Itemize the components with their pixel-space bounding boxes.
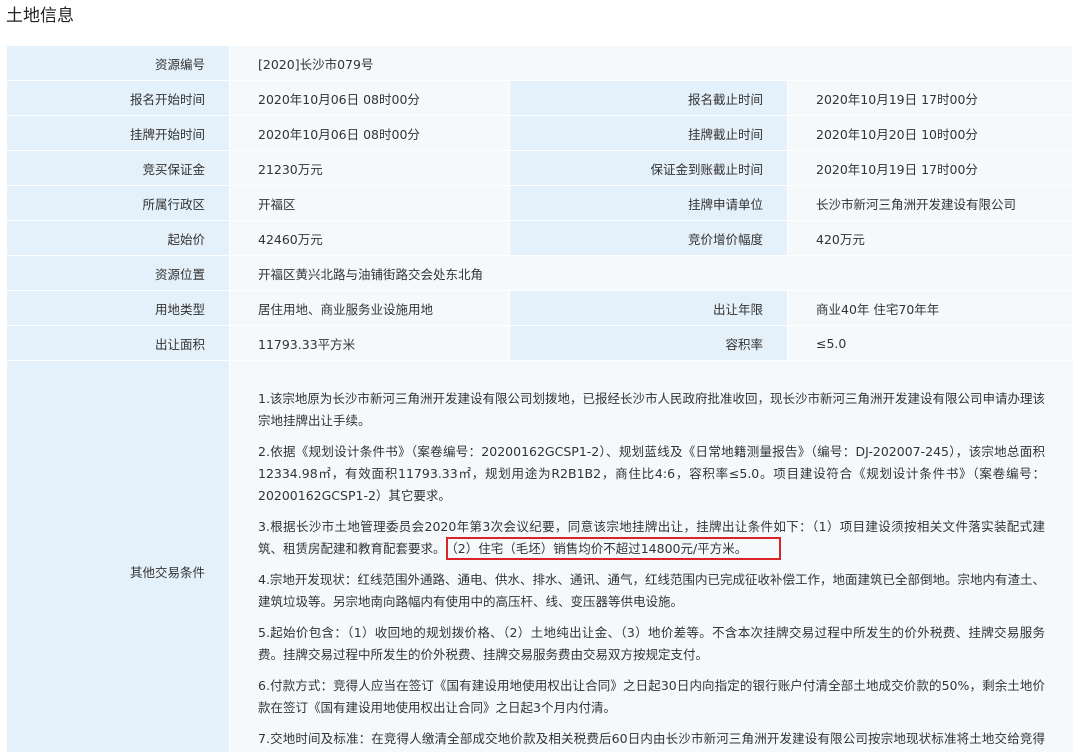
- table-row: 所属行政区 开福区 挂牌申请单位 长沙市新河三角洲开发建设有限公司: [7, 186, 1074, 221]
- condition-item: 5.起始价包含：（1）收回地的规划拨价格、（2）土地纯出让金、（3）地价差等。不…: [258, 625, 1046, 662]
- field-label: 挂牌开始时间: [7, 116, 230, 151]
- condition-item: 1.该宗地原为长沙市新河三角洲开发建设有限公司划拨地，已报经长沙市人民政府批准收…: [258, 391, 1046, 428]
- field-value: 2020年10月06日 08时00分: [230, 116, 510, 151]
- field-value: 开福区: [230, 186, 510, 221]
- table-row: 竞买保证金 21230万元 保证金到账截止时间 2020年10月19日 17时0…: [7, 151, 1074, 186]
- field-label: 报名截止时间: [510, 81, 788, 116]
- field-value: 2020年10月19日 17时00分: [788, 151, 1074, 186]
- field-value: 420万元: [788, 221, 1074, 256]
- condition-item: 3.根据长沙市土地管理委员会2020年第3次会议纪要，同意该宗地挂牌出让，挂牌出…: [258, 516, 1045, 560]
- field-label: 报名开始时间: [7, 81, 230, 116]
- field-value: 42460万元: [230, 221, 510, 256]
- field-value: 开福区黄兴北路与油铺街路交会处东北角: [230, 256, 1074, 291]
- field-label: 竞买保证金: [7, 151, 230, 186]
- table-row: 报名开始时间 2020年10月06日 08时00分 报名截止时间 2020年10…: [7, 81, 1074, 116]
- table-row: 用地类型 居住用地、商业服务业设施用地 出让年限 商业40年 住宅70年年: [7, 291, 1074, 326]
- field-label: 容积率: [510, 326, 788, 361]
- field-label: 保证金到账截止时间: [510, 151, 788, 186]
- table-row: 挂牌开始时间 2020年10月06日 08时00分 挂牌截止时间 2020年10…: [7, 116, 1074, 151]
- field-value: 21230万元: [230, 151, 510, 186]
- field-label: 出让年限: [510, 291, 788, 326]
- other-conditions-row: 其他交易条件 1.该宗地原为长沙市新河三角洲开发建设有限公司划拨地，已报经长沙市…: [7, 361, 1074, 752]
- field-value: 居住用地、商业服务业设施用地: [230, 291, 510, 326]
- condition-item: 7.交地时间及标准：在竞得人缴清全部成交地价款及相关税费后60日内由长沙市新河三…: [258, 731, 1046, 746]
- table-row: 出让面积 11793.33平方米 容积率 ≤5.0: [7, 326, 1074, 361]
- other-conditions-content: 1.该宗地原为长沙市新河三角洲开发建设有限公司划拨地，已报经长沙市人民政府批准收…: [230, 361, 1074, 752]
- field-value: 2020年10月06日 08时00分: [230, 81, 510, 116]
- field-value: [2020]长沙市079号: [230, 46, 1074, 81]
- field-label: 出让面积: [7, 326, 230, 361]
- field-label: 竞价增价幅度: [510, 221, 788, 256]
- condition-item: 4.宗地开发现状：红线范围外通路、通电、供水、排水、通讯、通气，红线范围内已完成…: [258, 572, 1046, 609]
- field-label: 资源编号: [7, 46, 230, 81]
- field-label: 用地类型: [7, 291, 230, 326]
- land-info-table: 资源编号 [2020]长沙市079号 报名开始时间 2020年10月06日 08…: [7, 46, 1074, 752]
- table-row: 资源编号 [2020]长沙市079号: [7, 46, 1074, 81]
- field-label: 起始价: [7, 221, 230, 256]
- field-value: 11793.33平方米: [230, 326, 510, 361]
- land-info-page: 土地信息 资源编号 [2020]长沙市079号 报名开始时间 2020年10月0…: [0, 0, 1080, 752]
- field-value: 2020年10月20日 10时00分: [788, 116, 1074, 151]
- field-label: 挂牌截止时间: [510, 116, 788, 151]
- field-label: 资源位置: [7, 256, 230, 291]
- table-row: 资源位置 开福区黄兴北路与油铺街路交会处东北角: [7, 256, 1074, 291]
- field-value: 长沙市新河三角洲开发建设有限公司: [788, 186, 1074, 221]
- field-label: 所属行政区: [7, 186, 230, 221]
- condition-item: 6.付款方式：竞得人应当在签订《国有建设用地使用权出让合同》之日起30日内向指定…: [258, 678, 1046, 715]
- field-value: ≤5.0: [788, 326, 1074, 361]
- table-row: 起始价 42460万元 竞价增价幅度 420万元: [7, 221, 1074, 256]
- other-conditions-label: 其他交易条件: [7, 361, 230, 752]
- condition-item: 2.依据《规划设计条件书》（案卷编号：20200162GCSP1-2）、规划蓝线…: [258, 444, 1046, 503]
- field-label: 挂牌申请单位: [510, 186, 788, 221]
- field-value: 2020年10月19日 17时00分: [788, 81, 1074, 116]
- highlighted-price-cap: （2）住宅（毛坯）销售均价不超过14800元/平方米。: [445, 537, 782, 560]
- field-value: 商业40年 住宅70年年: [788, 291, 1074, 326]
- page-title: 土地信息: [6, 6, 74, 26]
